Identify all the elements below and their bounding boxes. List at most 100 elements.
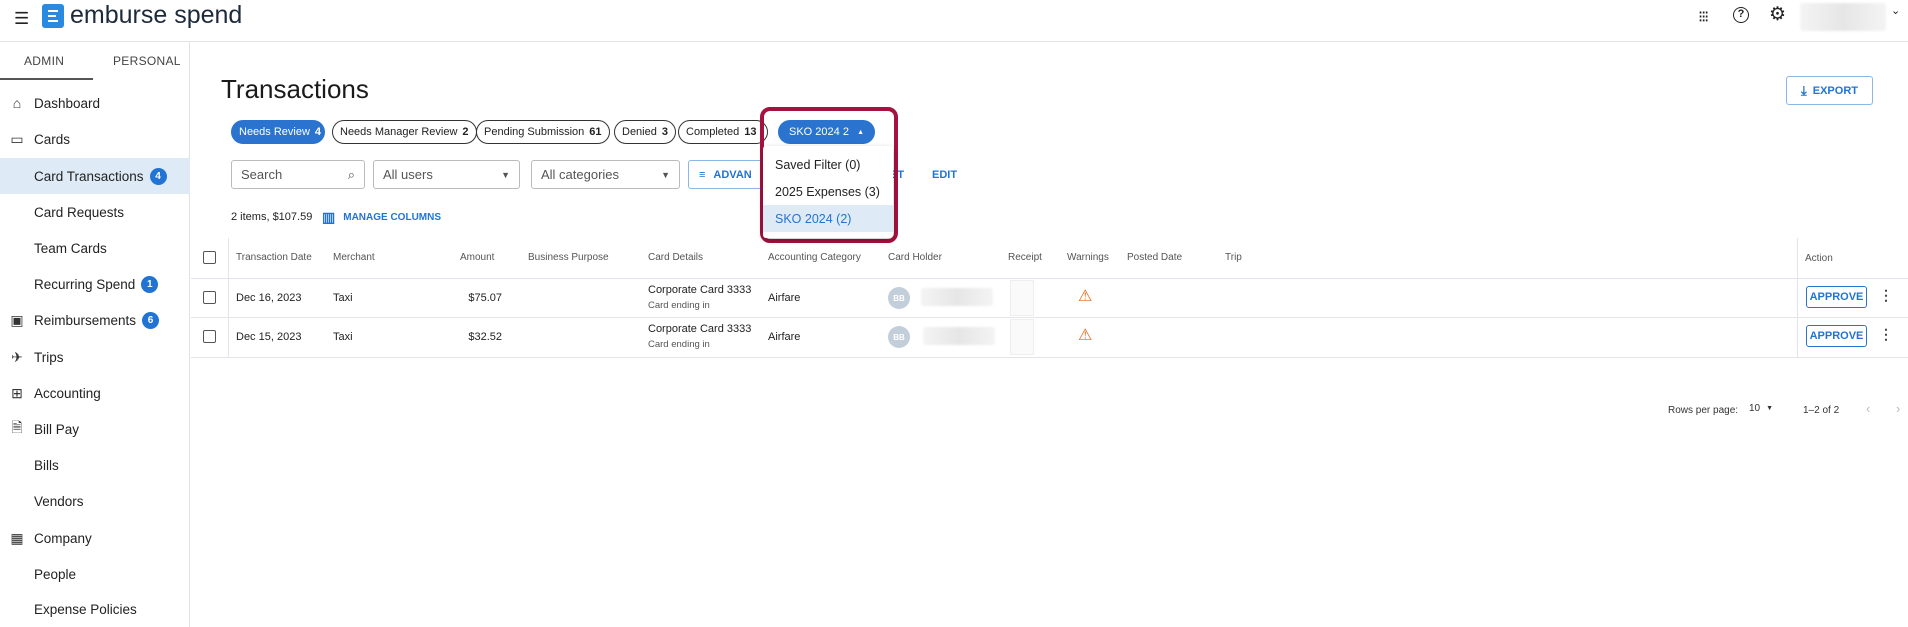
sidebar-item-label: Bills (34, 457, 59, 473)
more-options-icon[interactable]: ⋮ (1879, 326, 1893, 343)
column-header-receipt[interactable]: Receipt (1008, 252, 1042, 263)
dropdown-arrow-icon: ▼ (501, 169, 510, 180)
column-header-transaction-date[interactable]: Transaction Date (236, 252, 312, 263)
brand-name[interactable]: emburse spend (70, 1, 242, 30)
approve-button[interactable]: APPROVE (1806, 325, 1867, 347)
approve-label: APPROVE (1809, 330, 1864, 342)
sidebar-item-vendors[interactable]: Vendors (0, 483, 190, 519)
warning-icon[interactable]: ⚠ (1078, 325, 1092, 345)
sidebar-item-label: Recurring Spend (34, 276, 136, 292)
sidebar-item-accounting[interactable]: ⊞ Accounting (0, 375, 190, 411)
sidebar-item-expense-policies[interactable]: Expense Policies (0, 591, 190, 627)
column-header-posted-date[interactable]: Posted Date (1127, 252, 1182, 263)
receipt-thumbnail[interactable] (1010, 280, 1034, 316)
menu-item-sko-2024[interactable]: SKO 2024 (2) (763, 205, 893, 232)
row-checkbox[interactable] (203, 330, 216, 343)
sidebar-item-recurring-spend[interactable]: Recurring Spend 1 (0, 266, 190, 302)
settings-gear-icon[interactable]: ⚙ (1769, 3, 1786, 26)
sidebar-item-reimbursements[interactable]: ▣ Reimbursements 6 (0, 302, 190, 338)
sidebar-item-card-transactions[interactable]: Card Transactions 4 (0, 158, 190, 194)
users-select[interactable]: All users ▼ (373, 160, 520, 189)
manage-columns-button[interactable]: ▥ MANAGE COLUMNS (322, 209, 441, 226)
column-header-card-details[interactable]: Card Details (648, 252, 703, 263)
sidebar-item-bill-pay[interactable]: 🗎 Bill Pay (0, 411, 190, 447)
sidebar-item-team-cards[interactable]: Team Cards (0, 230, 190, 266)
select-all-checkbox[interactable] (203, 251, 216, 264)
column-header-warnings[interactable]: Warnings (1067, 252, 1109, 263)
row-checkbox[interactable] (203, 291, 216, 304)
sidebar: ADMIN PERSONAL ⌂ Dashboard ▭ Cards Card Tr… (0, 42, 190, 627)
download-icon: ⤓ (1801, 82, 1807, 98)
sidebar-item-label: Card Requests (34, 204, 125, 220)
column-header-amount[interactable]: Amount (460, 252, 494, 263)
merchant: Taxi (333, 292, 353, 304)
menu-item-saved-filter[interactable]: Saved Filter (0) (763, 151, 893, 178)
tab-personal[interactable]: PERSONAL (113, 54, 181, 68)
rows-per-page-select[interactable]: 10 ▼ (1749, 403, 1773, 414)
columns-icon: ▥ (322, 209, 336, 225)
amount: $32.52 (468, 331, 502, 343)
saved-filter-chip[interactable]: SKO 2024 2 ▲ (778, 120, 875, 144)
more-options-icon[interactable]: ⋮ (1879, 287, 1893, 304)
sidebar-item-card-requests[interactable]: Card Requests (0, 194, 190, 230)
card-holder-name (921, 288, 993, 306)
chip-label: Completed (686, 126, 740, 138)
count-badge: 1 (141, 275, 159, 293)
search-input[interactable]: Search ⌕ (231, 160, 365, 189)
chip-needs-review[interactable]: Needs Review 4 (231, 120, 325, 144)
chip-pending-submission[interactable]: Pending Submission 61 (476, 120, 610, 144)
users-select-value: All users (383, 167, 433, 182)
saved-filter-label: SKO 2024 (789, 126, 840, 138)
column-header-trip[interactable]: Trip (1225, 252, 1242, 263)
table-row[interactable]: Dec 16, 2023 Taxi $75.07 Corporate Card … (191, 279, 1908, 317)
sidebar-item-dashboard[interactable]: ⌂ Dashboard (0, 85, 190, 121)
column-header-business-purpose[interactable]: Business Purpose (528, 252, 609, 263)
chip-label: SKO 2024 2 (789, 126, 849, 138)
help-icon[interactable]: ? (1733, 7, 1749, 23)
transaction-date: Dec 15, 2023 (236, 331, 302, 343)
chip-denied[interactable]: Denied 3 (614, 120, 676, 144)
chevron-down-icon[interactable]: ⌄ (1891, 4, 1900, 17)
table-row[interactable]: Dec 15, 2023 Taxi $32.52 Corporate Card … (191, 318, 1908, 356)
accounting-category: Airfare (768, 331, 801, 343)
row-divider (191, 357, 1908, 358)
user-profile[interactable] (1800, 3, 1886, 31)
chip-needs-manager-review[interactable]: Needs Manager Review 2 (332, 120, 477, 144)
count-badge: 6 (142, 311, 160, 329)
count-badge: 4 (149, 167, 167, 185)
sidebar-item-bills[interactable]: Bills (0, 447, 190, 483)
chip-count: 13 (744, 126, 757, 138)
advanced-filters-button[interactable]: ≡ ADVAN (688, 160, 768, 189)
saved-filter-count: 2 (842, 126, 849, 138)
sidebar-item-people[interactable]: People (0, 556, 190, 592)
sidebar-item-company[interactable]: ▦ Company (0, 520, 190, 556)
tab-admin[interactable]: ADMIN (24, 54, 64, 68)
pagination-range: 1–2 of 2 (1803, 405, 1840, 416)
avatar: BB (888, 287, 910, 309)
next-page-icon[interactable]: › (1896, 401, 1900, 416)
column-header-accounting-category[interactable]: Accounting Category (768, 252, 861, 263)
column-header-merchant[interactable]: Merchant (333, 252, 375, 263)
export-button[interactable]: ⤓ EXPORT (1786, 76, 1873, 105)
sidebar-item-label: Card Transactions (34, 168, 144, 184)
categories-select[interactable]: All categories ▼ (531, 160, 680, 189)
hamburger-menu-icon[interactable]: ☰ (14, 9, 29, 29)
chip-label: Pending Submission (484, 126, 585, 138)
chip-completed[interactable]: Completed 13 (678, 120, 768, 144)
filter-icon: ≡ (699, 168, 706, 181)
sidebar-item-trips[interactable]: ✈ Trips (0, 339, 190, 375)
edit-button[interactable]: EDIT (932, 169, 957, 181)
column-header-card-holder[interactable]: Card Holder (888, 252, 942, 263)
sidebar-item-cards[interactable]: ▭ Cards (0, 121, 190, 157)
warning-icon[interactable]: ⚠ (1078, 286, 1092, 306)
bill-icon: 🗎 (11, 419, 23, 435)
menu-item-2025-expenses[interactable]: 2025 Expenses (3) (763, 178, 893, 205)
receipt-thumbnail[interactable] (1010, 319, 1034, 355)
apps-grid-icon[interactable]: ⁝⁝⁝ (1698, 7, 1709, 27)
sidebar-item-label: Reimbursements (34, 312, 137, 328)
export-label: EXPORT (1812, 84, 1858, 97)
chip-count: 3 (661, 126, 668, 138)
previous-page-icon[interactable]: ‹ (1866, 401, 1870, 416)
approve-button[interactable]: APPROVE (1806, 286, 1867, 308)
rows-per-page-value: 10 (1749, 403, 1761, 414)
